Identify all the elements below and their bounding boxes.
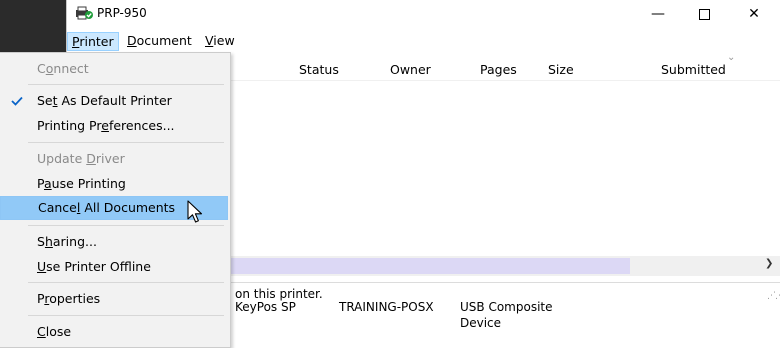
- menu-item-pause-printing[interactable]: Pause Printing: [0, 172, 228, 196]
- maximize-icon: [698, 8, 710, 20]
- menu-bar: Printer Document View: [67, 30, 780, 52]
- column-pages[interactable]: Pages: [480, 62, 517, 77]
- row-port-line2: Device: [460, 316, 502, 330]
- minimize-icon: —: [651, 6, 665, 22]
- title-bar[interactable]: PRP-950 — ✕: [67, 0, 780, 28]
- column-size[interactable]: Size: [548, 62, 574, 77]
- mouse-cursor-icon: [187, 200, 203, 223]
- column-status[interactable]: Status: [299, 62, 339, 77]
- maximize-button[interactable]: [681, 0, 727, 28]
- window-title: PRP-950: [97, 6, 147, 20]
- minimize-button[interactable]: —: [635, 0, 681, 28]
- scroll-right-icon[interactable]: ❯: [765, 258, 773, 269]
- background-app-header: [0, 0, 66, 52]
- close-icon: ✕: [748, 6, 760, 22]
- menu-item-properties[interactable]: Properties: [0, 287, 228, 311]
- menu-separator: [28, 315, 224, 316]
- check-icon: [9, 89, 25, 113]
- menu-item-close[interactable]: Close: [0, 320, 228, 344]
- column-owner[interactable]: Owner: [390, 62, 431, 77]
- menu-printer[interactable]: Printer: [67, 32, 119, 51]
- row-owner: TRAINING-POSX: [339, 300, 434, 314]
- menu-view[interactable]: View: [201, 32, 239, 51]
- menu-document[interactable]: Document: [123, 32, 196, 51]
- row-name: KeyPos SP: [235, 300, 296, 314]
- printer-icon: [76, 6, 93, 20]
- menu-item-printing-preferences[interactable]: Printing Preferences...: [0, 114, 228, 138]
- menu-item-connect: Connect: [37, 61, 89, 76]
- menu-item-set-default[interactable]: Set As Default Printer: [0, 89, 228, 113]
- menu-item-sharing[interactable]: Sharing...: [0, 230, 228, 254]
- sort-chevron-icon: ⌄: [727, 52, 736, 63]
- resize-grip-icon[interactable]: ⋰⋰: [767, 291, 780, 301]
- menu-item-update-driver: Update Driver: [37, 151, 125, 166]
- menu-item-use-printer-offline[interactable]: Use Printer Offline: [0, 255, 228, 279]
- close-button[interactable]: ✕: [731, 0, 777, 28]
- menu-separator: [28, 282, 224, 283]
- menu-separator: [28, 84, 224, 85]
- column-submitted[interactable]: Submitted: [661, 62, 726, 77]
- menu-separator: [28, 142, 224, 143]
